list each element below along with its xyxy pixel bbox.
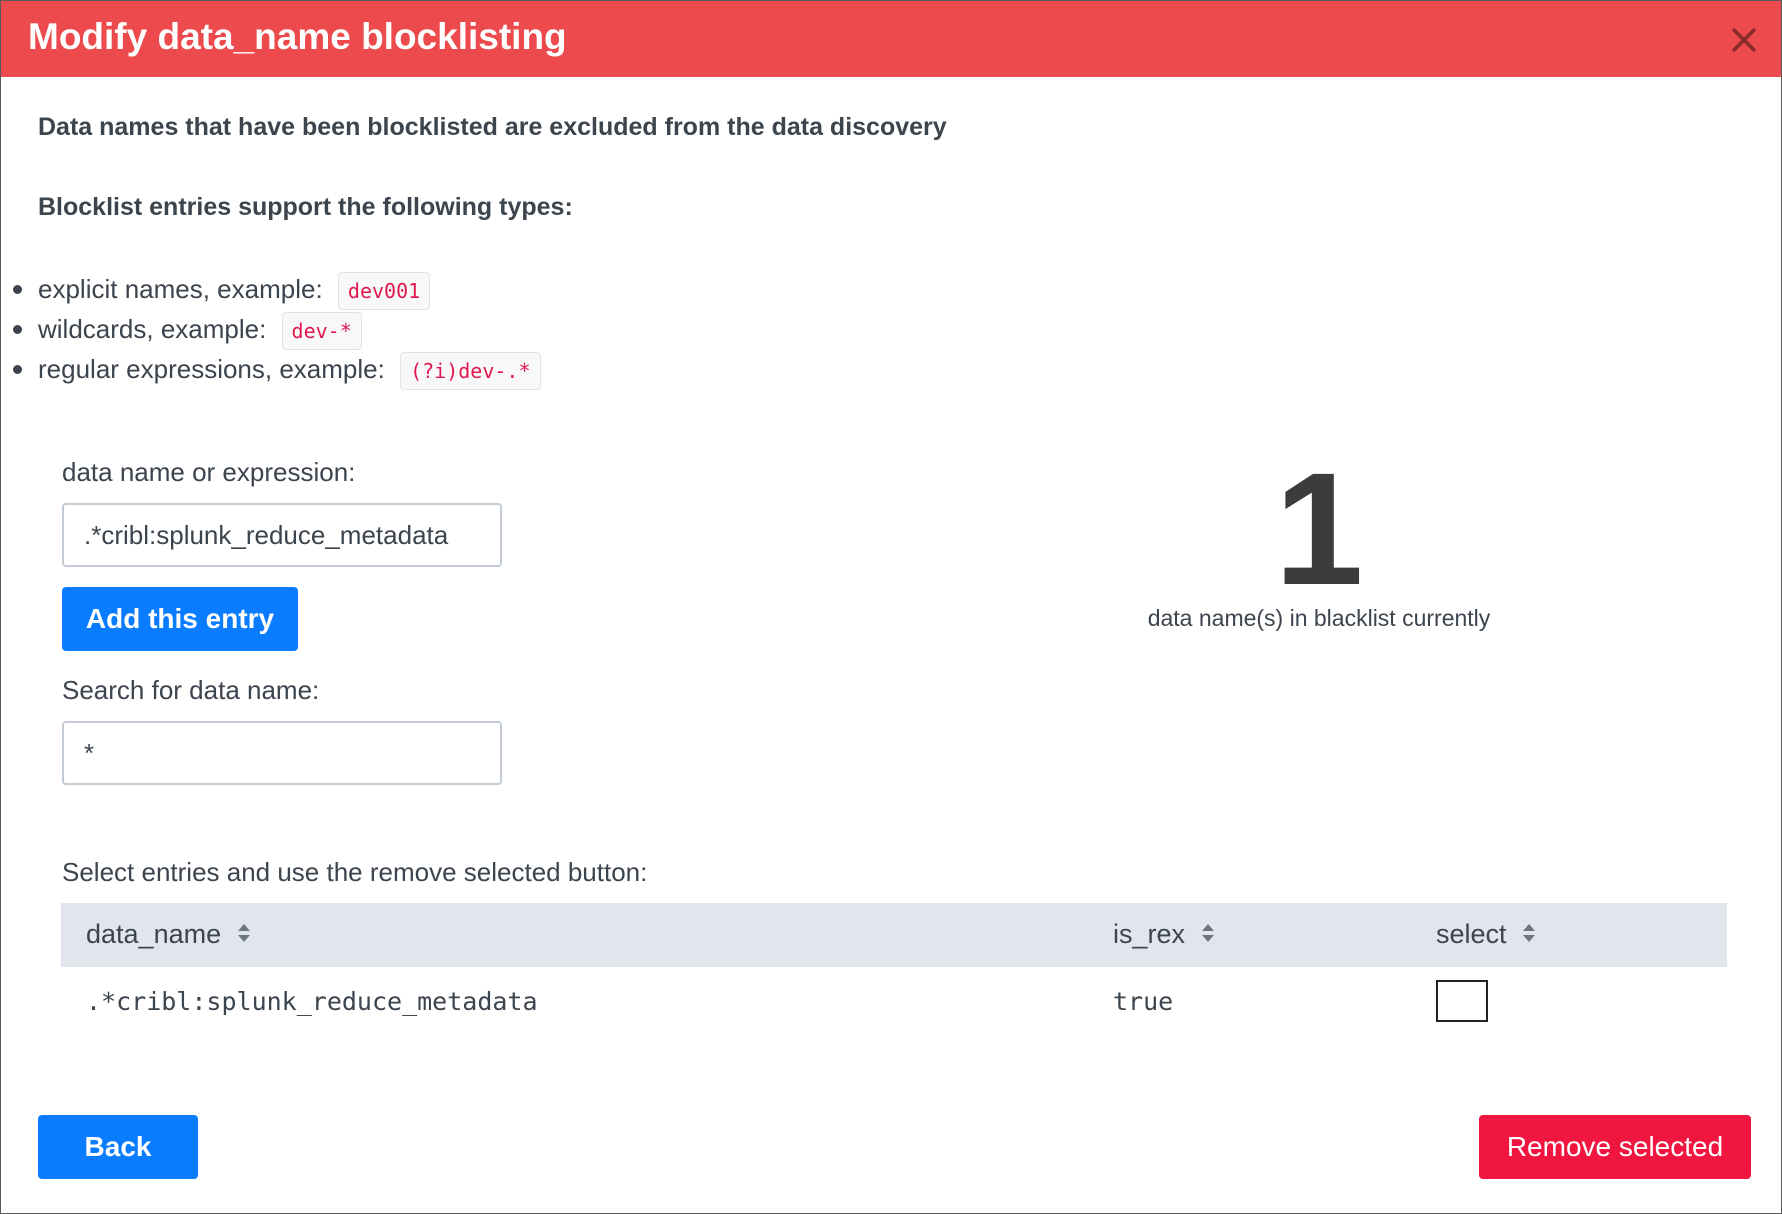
- entry-input[interactable]: [62, 503, 502, 567]
- dialog-title: Modify data_name blocklisting: [28, 16, 567, 57]
- cell-select: [1411, 967, 1727, 1035]
- table-row: .*cribl:splunk_reduce_metadata true: [61, 967, 1727, 1035]
- column-header-label: select: [1436, 918, 1507, 949]
- column-header-data-name[interactable]: data_name: [61, 903, 1088, 967]
- dialog-header: Modify data_name blocklisting: [1, 1, 1781, 77]
- close-icon[interactable]: [1729, 25, 1759, 55]
- type-label: explicit names, example:: [38, 274, 323, 304]
- bullet-icon: [13, 285, 22, 294]
- sort-icon[interactable]: [1201, 920, 1215, 951]
- entry-label: data name or expression:: [62, 457, 356, 487]
- type-label: regular expressions, example:: [38, 354, 385, 384]
- table-instruction: Select entries and use the remove select…: [62, 857, 648, 887]
- column-header-is-rex[interactable]: is_rex: [1088, 903, 1411, 967]
- column-header-select[interactable]: select: [1411, 903, 1727, 967]
- types-heading: Blocklist entries support the following …: [38, 193, 573, 221]
- cell-data-name: .*cribl:splunk_reduce_metadata: [86, 986, 538, 1016]
- type-item-wildcard: wildcards, example: dev-*: [1, 309, 541, 351]
- column-header-label: is_rex: [1113, 918, 1186, 949]
- search-input[interactable]: [62, 721, 502, 785]
- intro-text: Data names that have been blocklisted ar…: [38, 113, 947, 141]
- type-label: wildcards, example:: [38, 314, 267, 344]
- table-header-row: data_name is_rex select: [61, 903, 1727, 967]
- back-button[interactable]: Back: [38, 1115, 198, 1179]
- bullet-icon: [13, 325, 22, 334]
- blocklist-dialog: Modify data_name blocklisting Data names…: [0, 0, 1782, 1214]
- blocklist-table: data_name is_rex select .*cribl:splunk_r…: [61, 903, 1727, 1035]
- remove-selected-button[interactable]: Remove selected: [1479, 1115, 1751, 1179]
- select-checkbox[interactable]: [1436, 980, 1488, 1022]
- type-item-explicit: explicit names, example: dev001: [1, 269, 541, 311]
- search-label: Search for data name:: [62, 675, 320, 705]
- bullet-icon: [13, 365, 22, 374]
- cell-is-rex: true: [1113, 986, 1174, 1016]
- count-caption: data name(s) in blacklist currently: [1147, 605, 1491, 631]
- type-example-code: dev-*: [281, 312, 362, 351]
- add-entry-button[interactable]: Add this entry: [62, 587, 298, 651]
- type-item-regex: regular expressions, example: (?i)dev-.*: [1, 349, 541, 391]
- type-example-code: dev001: [337, 272, 431, 311]
- type-example-code: (?i)dev-.*: [400, 352, 541, 391]
- sort-icon[interactable]: [237, 920, 251, 951]
- sort-icon[interactable]: [1522, 920, 1536, 951]
- blocklist-count: 1: [1274, 439, 1364, 618]
- column-header-label: data_name: [86, 918, 222, 949]
- type-list: explicit names, example: dev001 wildcard…: [1, 269, 541, 391]
